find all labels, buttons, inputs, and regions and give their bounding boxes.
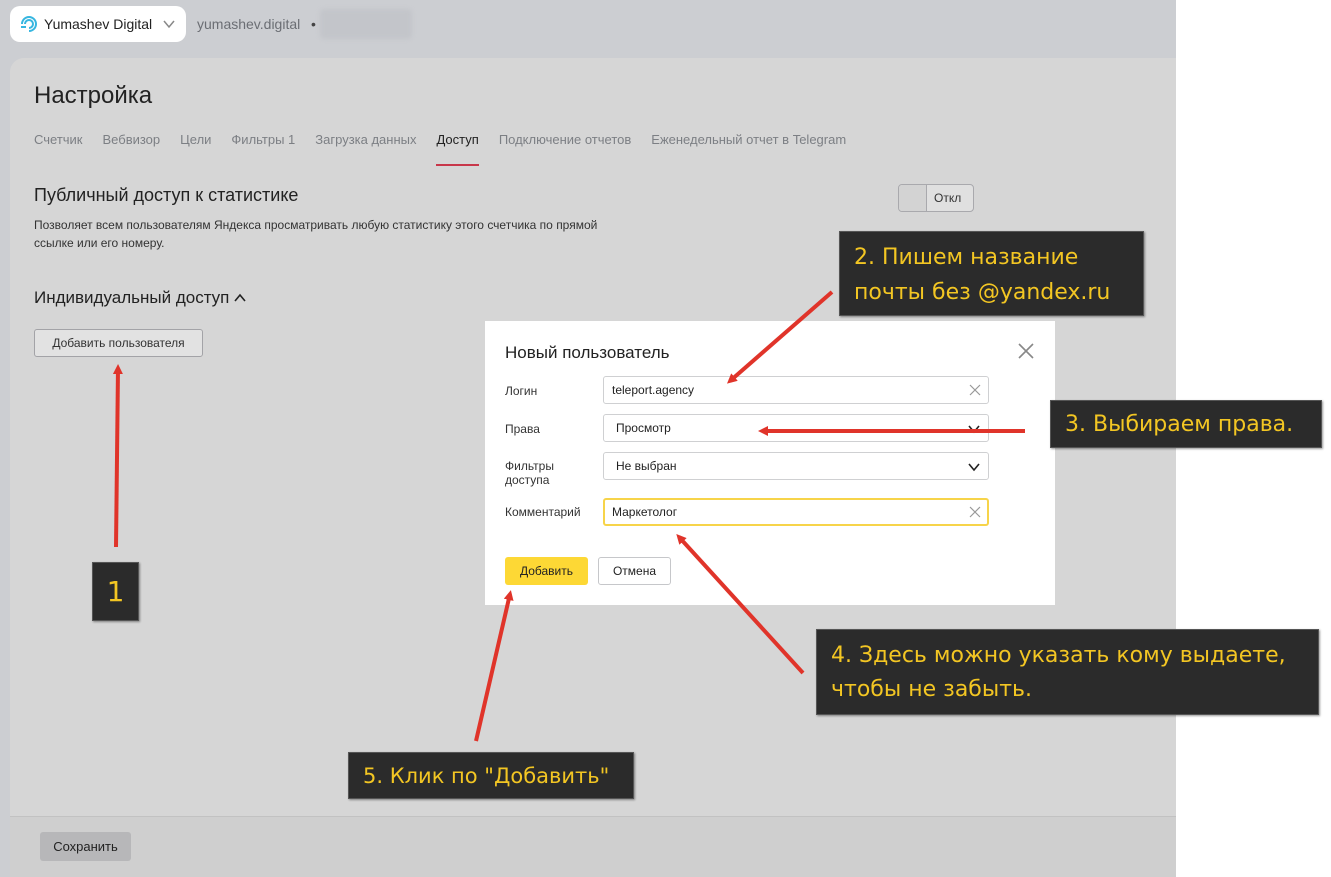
- blurred-counter-id: [320, 9, 412, 39]
- filters-label: Фильтры доступа: [505, 459, 554, 487]
- tab-webvisor[interactable]: Вебвизор: [103, 132, 161, 166]
- rights-value: Просмотр: [616, 421, 671, 435]
- login-value: teleport.agency: [612, 383, 695, 397]
- close-icon[interactable]: [1016, 341, 1036, 361]
- account-switcher[interactable]: Yumashev Digital: [10, 6, 186, 42]
- footer-bar: Сохранить: [10, 816, 1176, 877]
- login-label: Логин: [505, 384, 538, 398]
- comment-value: Маркетолог: [612, 505, 678, 519]
- callout-step4: 4. Здесь можно указать кому выдаете, что…: [816, 629, 1319, 715]
- tab-report-connection[interactable]: Подключение отчетов: [499, 132, 631, 166]
- individual-access-title: Индивидуальный доступ: [34, 288, 230, 307]
- tab-access[interactable]: Доступ: [436, 132, 480, 166]
- rights-select[interactable]: Просмотр: [603, 414, 989, 442]
- login-input[interactable]: teleport.agency: [603, 376, 989, 404]
- public-access-title: Публичный доступ к статистике: [34, 185, 299, 205]
- toggle-knob: [899, 185, 927, 211]
- callout-step3: 3. Выбираем права.: [1050, 400, 1322, 448]
- chevron-down-icon: [968, 425, 980, 434]
- individual-access-header[interactable]: Индивидуальный доступ: [34, 288, 247, 308]
- rights-label: Права: [505, 422, 540, 436]
- filters-value: Не выбран: [616, 459, 677, 473]
- new-user-dialog: Новый пользователь Логин teleport.agency…: [485, 321, 1055, 605]
- tab-goals[interactable]: Цели: [180, 132, 211, 166]
- page-title: Настройка: [34, 82, 153, 109]
- chevron-down-icon: [163, 20, 175, 29]
- add-user-button[interactable]: Добавить пользователя: [34, 329, 203, 357]
- tab-telegram-report[interactable]: Еженедельный отчет в Telegram: [651, 132, 846, 166]
- tab-data-upload[interactable]: Загрузка данных: [315, 132, 416, 166]
- add-button[interactable]: Добавить: [505, 557, 588, 585]
- save-button[interactable]: Сохранить: [40, 832, 131, 861]
- dialog-title: Новый пользователь: [505, 343, 670, 362]
- comment-label: Комментарий: [505, 505, 581, 519]
- metrika-logo-icon: [21, 16, 37, 32]
- callout-step5: 5. Клик по "Добавить": [348, 752, 634, 799]
- comment-input[interactable]: Маркетолог: [603, 498, 989, 526]
- filters-select[interactable]: Не выбран: [603, 452, 989, 480]
- cancel-button[interactable]: Отмена: [598, 557, 671, 585]
- account-name: Yumashev Digital: [44, 16, 153, 32]
- toggle-label: Откл: [934, 191, 962, 205]
- public-access-description: Позволяет всем пользователям Яндекса про…: [34, 218, 598, 250]
- callout-step1: 1: [92, 562, 139, 621]
- site-name[interactable]: yumashev.digital: [197, 16, 300, 32]
- settings-tabs: Счетчик Вебвизор Цели Фильтры 1 Загрузка…: [34, 132, 866, 166]
- clear-icon[interactable]: [969, 384, 981, 396]
- callout-step2: 2. Пишем название почты без @yandex.ru: [839, 231, 1144, 316]
- tab-filters[interactable]: Фильтры 1: [231, 132, 295, 166]
- chevron-up-icon: [234, 293, 247, 302]
- tab-counter[interactable]: Счетчик: [34, 132, 83, 166]
- site-separator: •: [311, 16, 316, 32]
- public-access-toggle[interactable]: Откл: [898, 184, 974, 212]
- chevron-down-icon: [968, 463, 980, 472]
- clear-icon[interactable]: [969, 506, 981, 518]
